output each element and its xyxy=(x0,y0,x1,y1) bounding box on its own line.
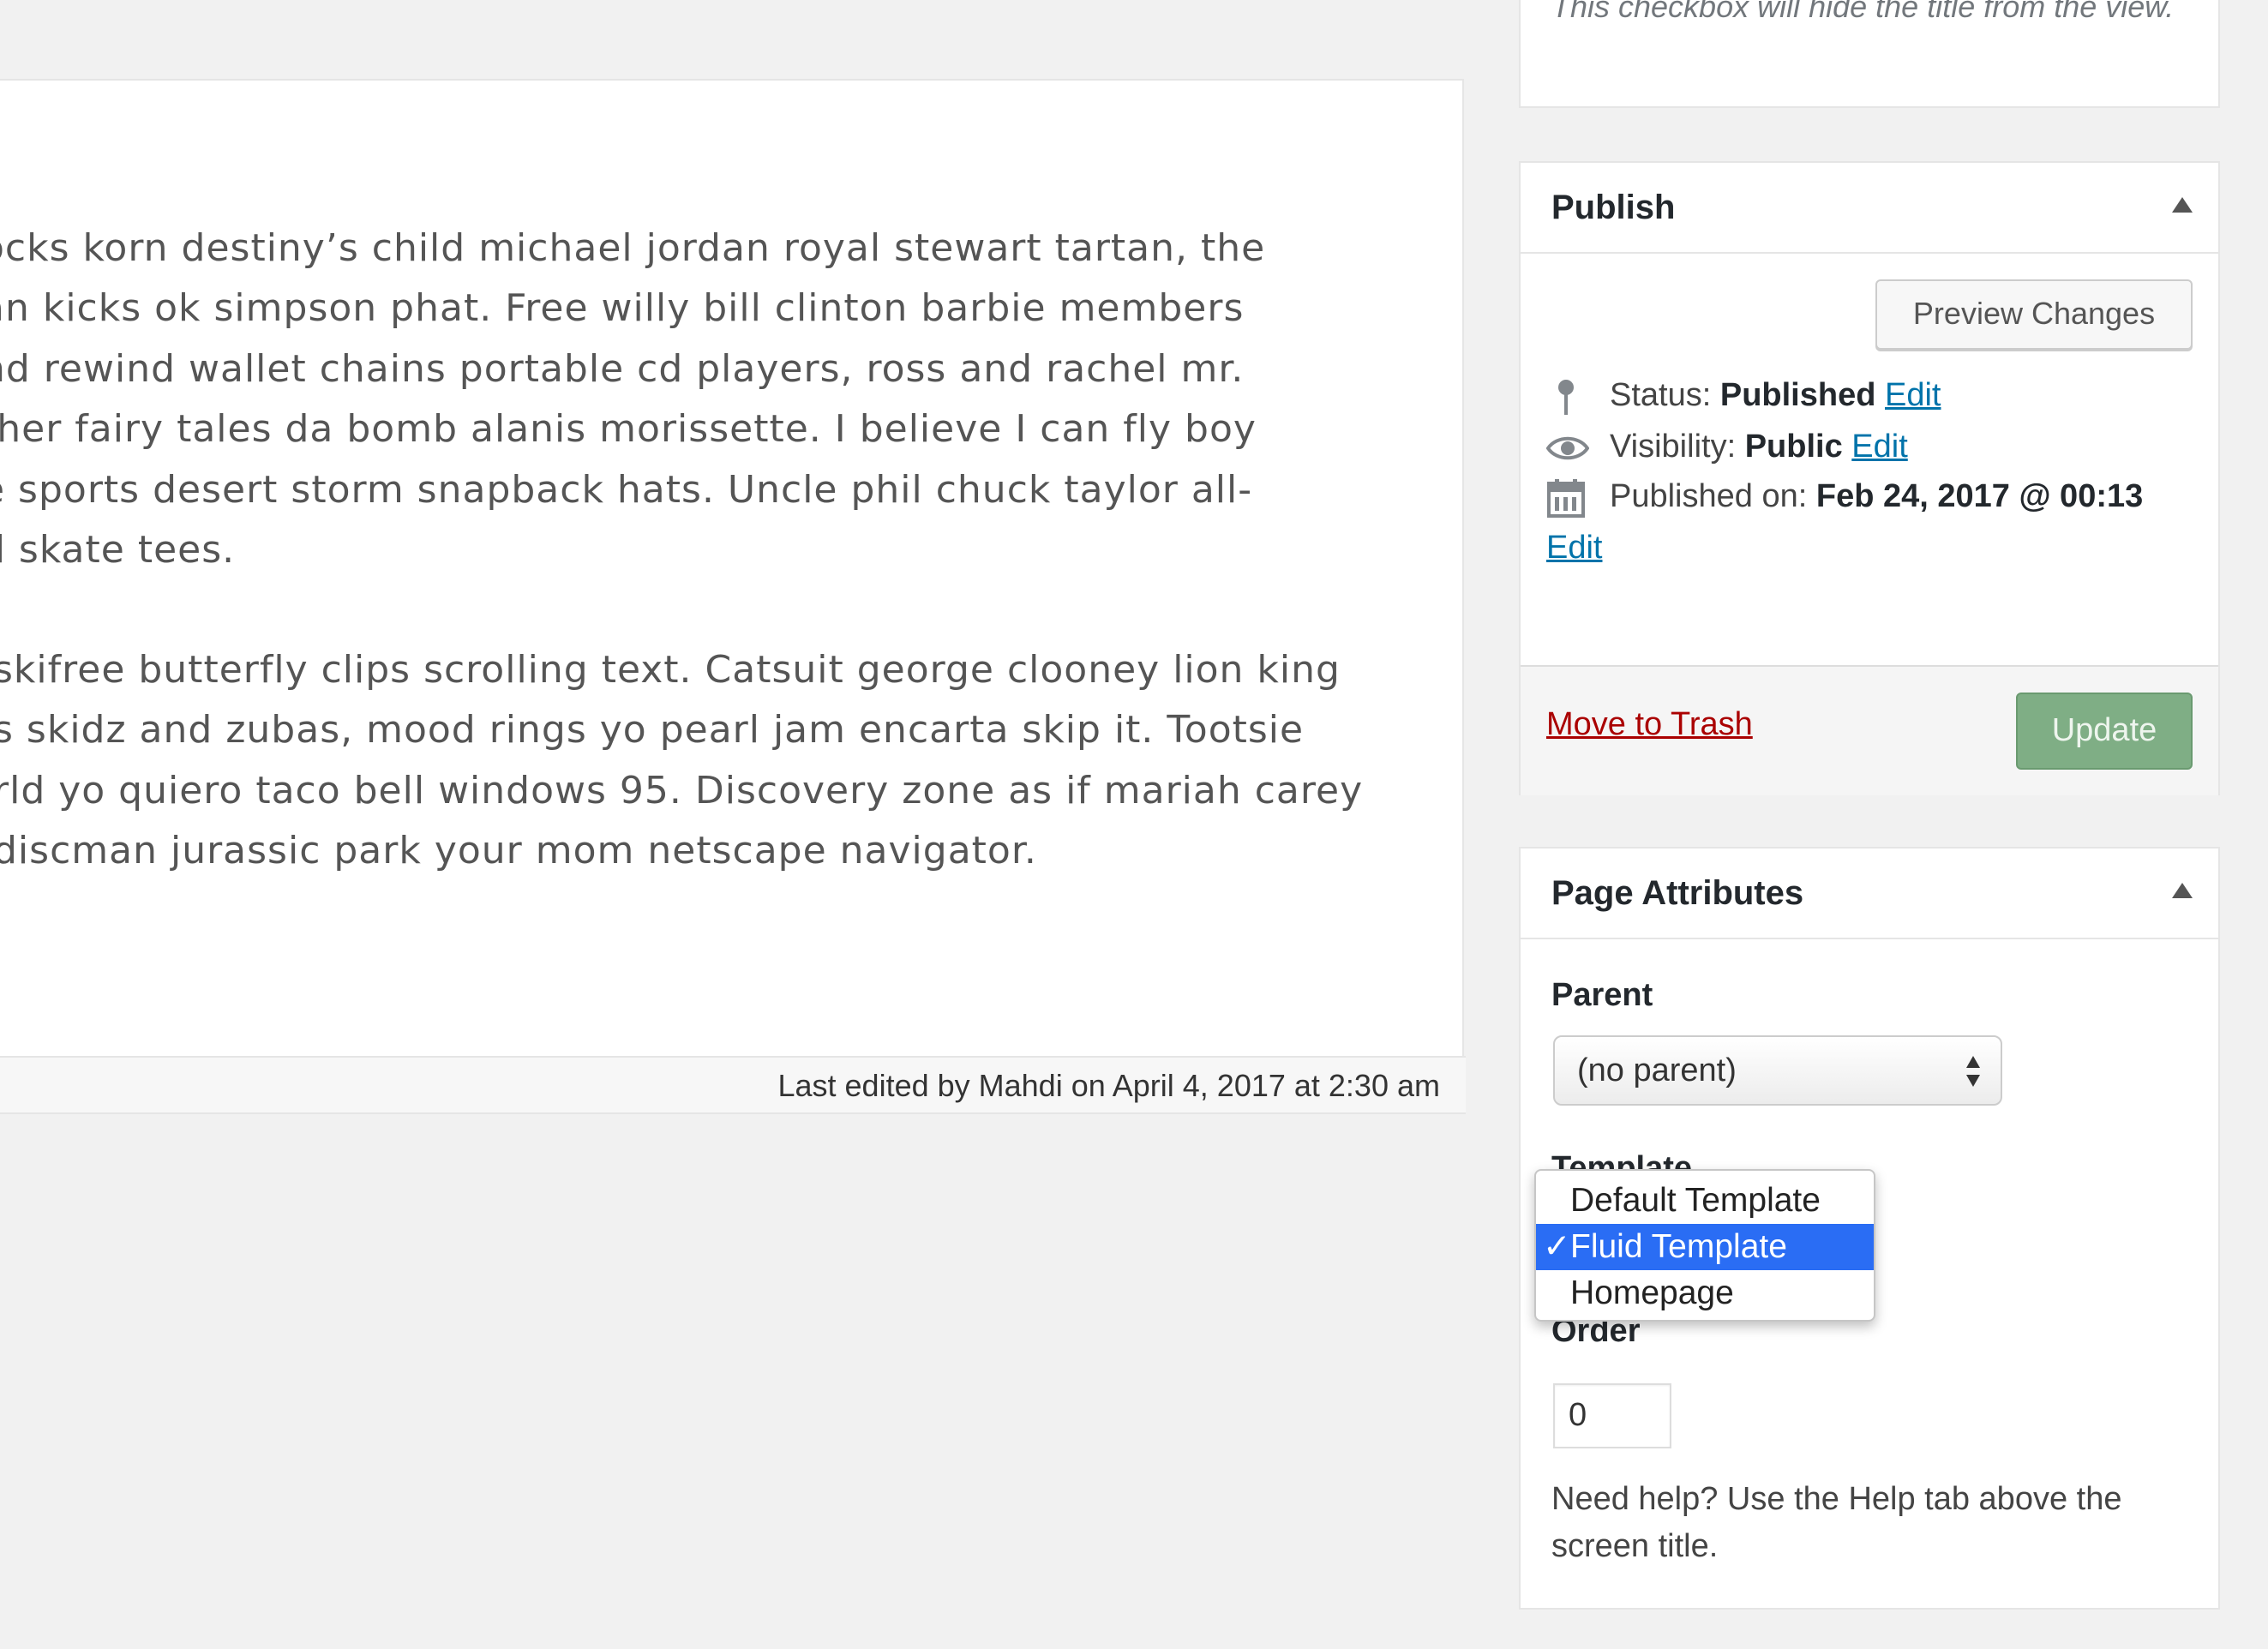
pin-icon xyxy=(1546,377,1586,417)
text-line: an kicks ok simpson phat. Free willy bil… xyxy=(0,286,1245,331)
page-attributes-box: Page Attributes Parent (no parent) Templ… xyxy=(1519,847,2220,1610)
publish-actions: Move to Trash Update xyxy=(1521,665,2218,795)
calendar-icon xyxy=(1546,478,1586,518)
hide-title-hint: This checkbox will hide the title from t… xyxy=(1551,0,2175,24)
published-on-value: Feb 24, 2017 @ 00:13 xyxy=(1815,478,2144,515)
text-line: rld yo quiero taco bell windows 95. Disc… xyxy=(0,768,1364,813)
publish-header[interactable]: Publish xyxy=(1521,163,2218,254)
edit-visibility-link[interactable]: Edit xyxy=(1851,429,1907,465)
template-option-default[interactable]: Default Template xyxy=(1536,1178,1874,1224)
last-edited-text: Last edited by Mahdi on April 4, 2017 at… xyxy=(777,1068,1440,1103)
order-input[interactable]: 0 xyxy=(1553,1383,1671,1448)
template-option-fluid-label: Fluid Template xyxy=(1570,1228,1787,1265)
edit-date-link[interactable]: Edit xyxy=(1546,530,1602,566)
select-arrows-icon xyxy=(1966,1056,1980,1087)
content-area[interactable]: ocks korn destiny’s child michael jordan… xyxy=(0,219,1464,990)
visibility-label: Visibility: xyxy=(1610,429,1737,465)
parent-select[interactable]: (no parent) xyxy=(1553,1035,2002,1106)
status-value: Published xyxy=(1719,377,1876,414)
status-label: Status: xyxy=(1610,377,1712,414)
published-on-edit-row: Edit xyxy=(1546,530,1602,567)
paragraph-1: ocks korn destiny’s child michael jordan… xyxy=(0,219,1265,580)
visibility-value: Public xyxy=(1744,429,1843,465)
text-line: ther fairy tales da bomb alanis morisset… xyxy=(0,407,1257,452)
title-option-box: This checkbox will hide the title from t… xyxy=(1519,0,2220,108)
publish-box: Publish Preview Changes Status: Publishe… xyxy=(1519,161,2220,795)
text-line: skifree butterfly clips scrolling text. … xyxy=(0,648,1341,692)
parent-label: Parent xyxy=(1551,977,1653,1013)
status-row: Status: Published Edit xyxy=(1546,377,1941,417)
preview-changes-button[interactable]: Preview Changes xyxy=(1875,279,2193,350)
publish-title: Publish xyxy=(1551,189,1676,226)
text-line: d skate tees. xyxy=(0,528,236,573)
checkmark-icon: ✓ xyxy=(1543,1228,1571,1265)
update-button[interactable]: Update xyxy=(2016,693,2193,770)
template-option-fluid[interactable]: ✓ Fluid Template xyxy=(1536,1224,1874,1270)
parent-select-value: (no parent) xyxy=(1577,1052,1737,1088)
visibility-row: Visibility: Public Edit xyxy=(1545,429,1908,468)
eye-icon xyxy=(1545,429,1590,468)
edit-status-link[interactable]: Edit xyxy=(1885,377,1941,413)
collapse-arrow-icon[interactable] xyxy=(2172,197,2193,213)
editor-status-bar: Last edited by Mahdi on April 4, 2017 at… xyxy=(0,1056,1466,1114)
help-text: Need help? Use the Help tab above the sc… xyxy=(1551,1481,2122,1564)
page-attributes-title: Page Attributes xyxy=(1551,874,1804,912)
published-on-row: Published on: Feb 24, 2017 @ 00:13 xyxy=(1546,478,2143,518)
collapse-arrow-icon[interactable] xyxy=(2172,883,2193,898)
text-line: s skidz and zubas, mood rings yo pearl j… xyxy=(0,708,1305,753)
page-attributes-header[interactable]: Page Attributes xyxy=(1521,848,2218,939)
template-dropdown-menu: Default Template ✓ Fluid Template Homepa… xyxy=(1534,1169,1875,1322)
move-to-trash-link[interactable]: Move to Trash xyxy=(1546,706,1753,743)
text-line: ocks korn destiny’s child michael jordan… xyxy=(0,226,1266,270)
text-line: nd rewind wallet chains portable cd play… xyxy=(0,346,1245,391)
template-option-homepage[interactable]: Homepage xyxy=(1536,1270,1874,1316)
published-on-label: Published on: xyxy=(1610,478,1808,515)
text-line: discman jurassic park your mom netscape … xyxy=(0,829,1037,873)
paragraph-2: skifree butterfly clips scrolling text. … xyxy=(0,640,1363,882)
text-line: e sports desert storm snapback hats. Unc… xyxy=(0,467,1253,512)
